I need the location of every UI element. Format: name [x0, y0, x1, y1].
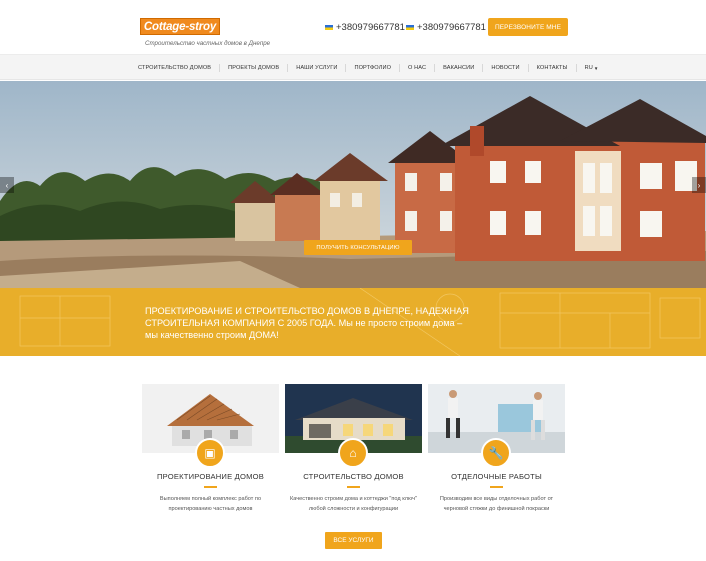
nav-item-projects[interactable]: ПРОЕКТЫ ДОМОВ — [220, 64, 289, 72]
service-description: Качественно строим дома и коттеджи "под … — [290, 496, 417, 512]
slider-next-button[interactable]: › — [692, 177, 706, 193]
all-services-button[interactable]: ВСЕ УСЛУГИ — [325, 532, 382, 549]
service-title: СТРОИТЕЛЬСТВО ДОМОВ — [303, 472, 404, 481]
service-description: Выполняем полный комплекс работ по проек… — [159, 496, 262, 512]
nav-item-services[interactable]: НАШИ УСЛУГИ — [288, 64, 347, 72]
phone-number: +380979667781 — [336, 22, 405, 33]
service-card-finishing[interactable]: 🔧 ОТДЕЛОЧНЫЕ РАБОТЫ Производим все виды … — [428, 384, 565, 512]
main-nav: СТРОИТЕЛЬСТВО ДОМОВ ПРОЕКТЫ ДОМОВ НАШИ У… — [0, 54, 706, 80]
phone-number: +380979667781 — [417, 22, 486, 33]
logo-text: Cottage-stroy — [143, 20, 217, 33]
nav-item-news[interactable]: НОВОСТИ — [483, 64, 529, 72]
slider-prev-button[interactable]: ‹ — [0, 177, 14, 193]
wrench-icon: 🔧 — [481, 438, 511, 468]
divider — [490, 486, 503, 488]
nav-item-construction[interactable]: СТРОИТЕЛЬСТВО ДОМОВ — [130, 64, 221, 72]
ukraine-flag-icon — [406, 25, 414, 30]
phone-link-2[interactable]: +380979667781 — [406, 22, 486, 33]
ukraine-flag-icon — [325, 25, 333, 30]
banner-text: ПРОЕКТИРОВАНИЕ И СТРОИТЕЛЬСТВО ДОМОВ В Д… — [145, 306, 469, 340]
divider — [204, 486, 217, 488]
hero-image — [0, 81, 706, 288]
nav-item-about[interactable]: О НАС — [400, 64, 436, 72]
service-description: Производим все виды отделочных работ от … — [439, 496, 554, 512]
language-label: RU — [584, 65, 593, 71]
chevron-right-icon: › — [697, 180, 701, 190]
service-card-construction[interactable]: ⌂ СТРОИТЕЛЬСТВО ДОМОВ Качественно строим… — [285, 384, 422, 512]
nav-item-vacancies[interactable]: ВАКАНСИИ — [435, 64, 484, 72]
divider — [347, 486, 360, 488]
site-header: Cottage-stroy Строительство частных домо… — [0, 0, 706, 54]
language-select[interactable]: RU ▼ — [577, 64, 607, 72]
nav-item-contacts[interactable]: КОНТАКТЫ — [529, 64, 577, 72]
logo[interactable]: Cottage-stroy — [140, 18, 220, 35]
nav-item-portfolio[interactable]: ПОРТФОЛИО — [346, 64, 401, 72]
caret-down-icon: ▼ — [593, 65, 599, 71]
service-title: ПРОЕКТИРОВАНИЕ ДОМОВ — [157, 472, 264, 481]
phone-link-1[interactable]: +380979667781 — [325, 22, 405, 33]
house-icon: ⌂ — [338, 438, 368, 468]
service-title: ОТДЕЛОЧНЫЕ РАБОТЫ — [451, 472, 542, 481]
callback-button[interactable]: ПЕРЕЗВОНИТЕ МНЕ — [488, 18, 568, 36]
service-card-design[interactable]: ▣ ПРОЕКТИРОВАНИЕ ДОМОВ Выполняем полный … — [142, 384, 279, 512]
hero-slider — [0, 81, 706, 288]
blueprint-icon: ▣ — [195, 438, 225, 468]
chevron-left-icon: ‹ — [5, 180, 9, 190]
consultation-button[interactable]: ПОЛУЧИТЬ КОНСУЛЬТАЦИЮ — [304, 240, 412, 255]
tagline: Строительство частных домов в Днепре — [145, 40, 271, 47]
